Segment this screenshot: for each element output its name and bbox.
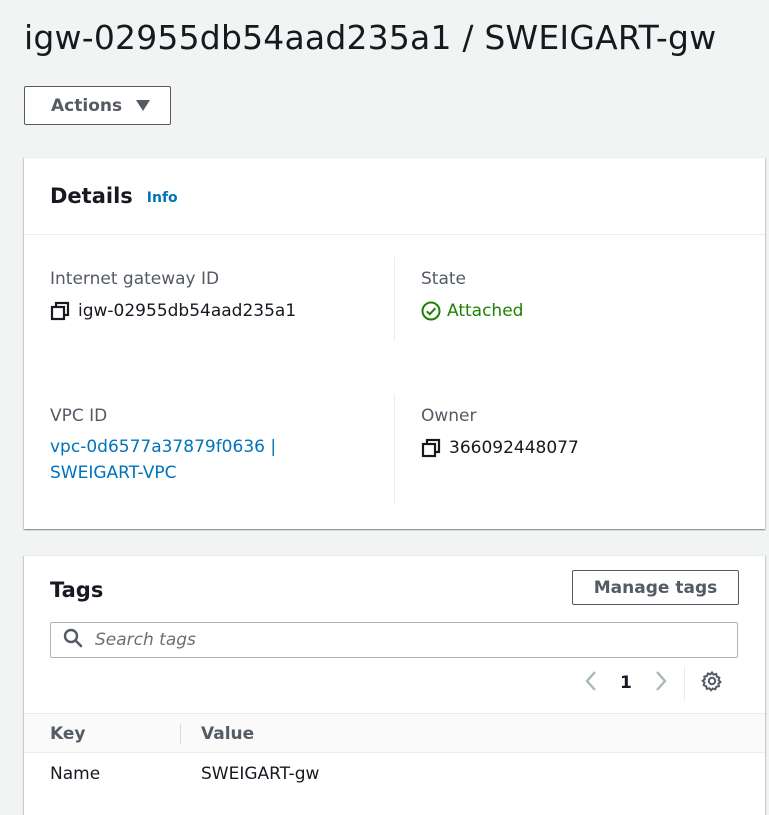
copy-icon[interactable] — [50, 301, 70, 321]
tags-title: Tags — [50, 578, 104, 602]
gateway-id-value: igw-02955db54aad235a1 — [78, 301, 297, 321]
vpc-id-link-line2[interactable]: SWEIGART-VPC — [50, 460, 276, 486]
state-label: State — [421, 269, 466, 289]
state-row: Attached — [421, 301, 523, 321]
vpc-id-field: VPC ID vpc-0d6577a37879f0636 | SWEIGART-… — [50, 406, 276, 486]
page-title: igw-02955db54aad235a1 / SWEIGART-gw — [24, 18, 717, 57]
gateway-id-label: Internet gateway ID — [50, 269, 220, 289]
vpc-id-label: VPC ID — [50, 406, 108, 426]
owner-value: 366092448077 — [449, 438, 579, 458]
gateway-id-field: Internet gateway ID igw-02955db54aad235a… — [50, 269, 296, 321]
column-divider — [394, 394, 395, 504]
tag-key-cell: Name — [50, 764, 101, 784]
state-field: State Attached — [421, 269, 523, 321]
check-circle-icon — [421, 301, 441, 321]
owner-field: Owner 366092448077 — [421, 406, 579, 458]
chevron-left-icon[interactable] — [584, 670, 598, 696]
search-icon — [63, 628, 83, 652]
vpc-id-link[interactable]: vpc-0d6577a37879f0636 | SWEIGART-VPC — [50, 434, 276, 486]
vpc-id-link-line1[interactable]: vpc-0d6577a37879f0636 | — [50, 434, 276, 460]
column-divider — [394, 257, 395, 341]
search-placeholder: Search tags — [95, 630, 196, 650]
pagination: 1 — [584, 666, 723, 700]
details-header: Details Info — [24, 158, 765, 235]
page-number[interactable]: 1 — [620, 673, 632, 693]
column-header-value[interactable]: Value — [201, 724, 254, 744]
actions-button-label: Actions — [51, 95, 123, 116]
actions-dropdown-button[interactable]: Actions — [24, 86, 171, 125]
manage-tags-button[interactable]: Manage tags — [572, 570, 739, 605]
column-header-key[interactable]: Key — [50, 724, 86, 744]
search-tags-input[interactable]: Search tags — [50, 622, 738, 658]
tag-value-cell: SWEIGART-gw — [201, 764, 320, 784]
tags-table-header: Key Value — [24, 713, 765, 753]
column-resizer[interactable] — [180, 724, 181, 744]
state-value: Attached — [447, 301, 524, 321]
info-link[interactable]: Info — [147, 190, 178, 206]
gateway-id-row: igw-02955db54aad235a1 — [50, 301, 296, 321]
tags-panel: Tags Manage tags Search tags 1 Key Value… — [24, 555, 765, 815]
gear-icon[interactable] — [701, 670, 723, 696]
details-panel: Details Info Internet gateway ID igw-029… — [24, 157, 765, 529]
details-title: Details — [50, 184, 133, 208]
pager-divider — [683, 666, 685, 700]
owner-label: Owner — [421, 406, 477, 426]
chevron-right-icon[interactable] — [654, 670, 668, 696]
copy-icon[interactable] — [421, 438, 441, 458]
owner-row: 366092448077 — [421, 438, 579, 458]
caret-down-icon — [136, 100, 151, 111]
